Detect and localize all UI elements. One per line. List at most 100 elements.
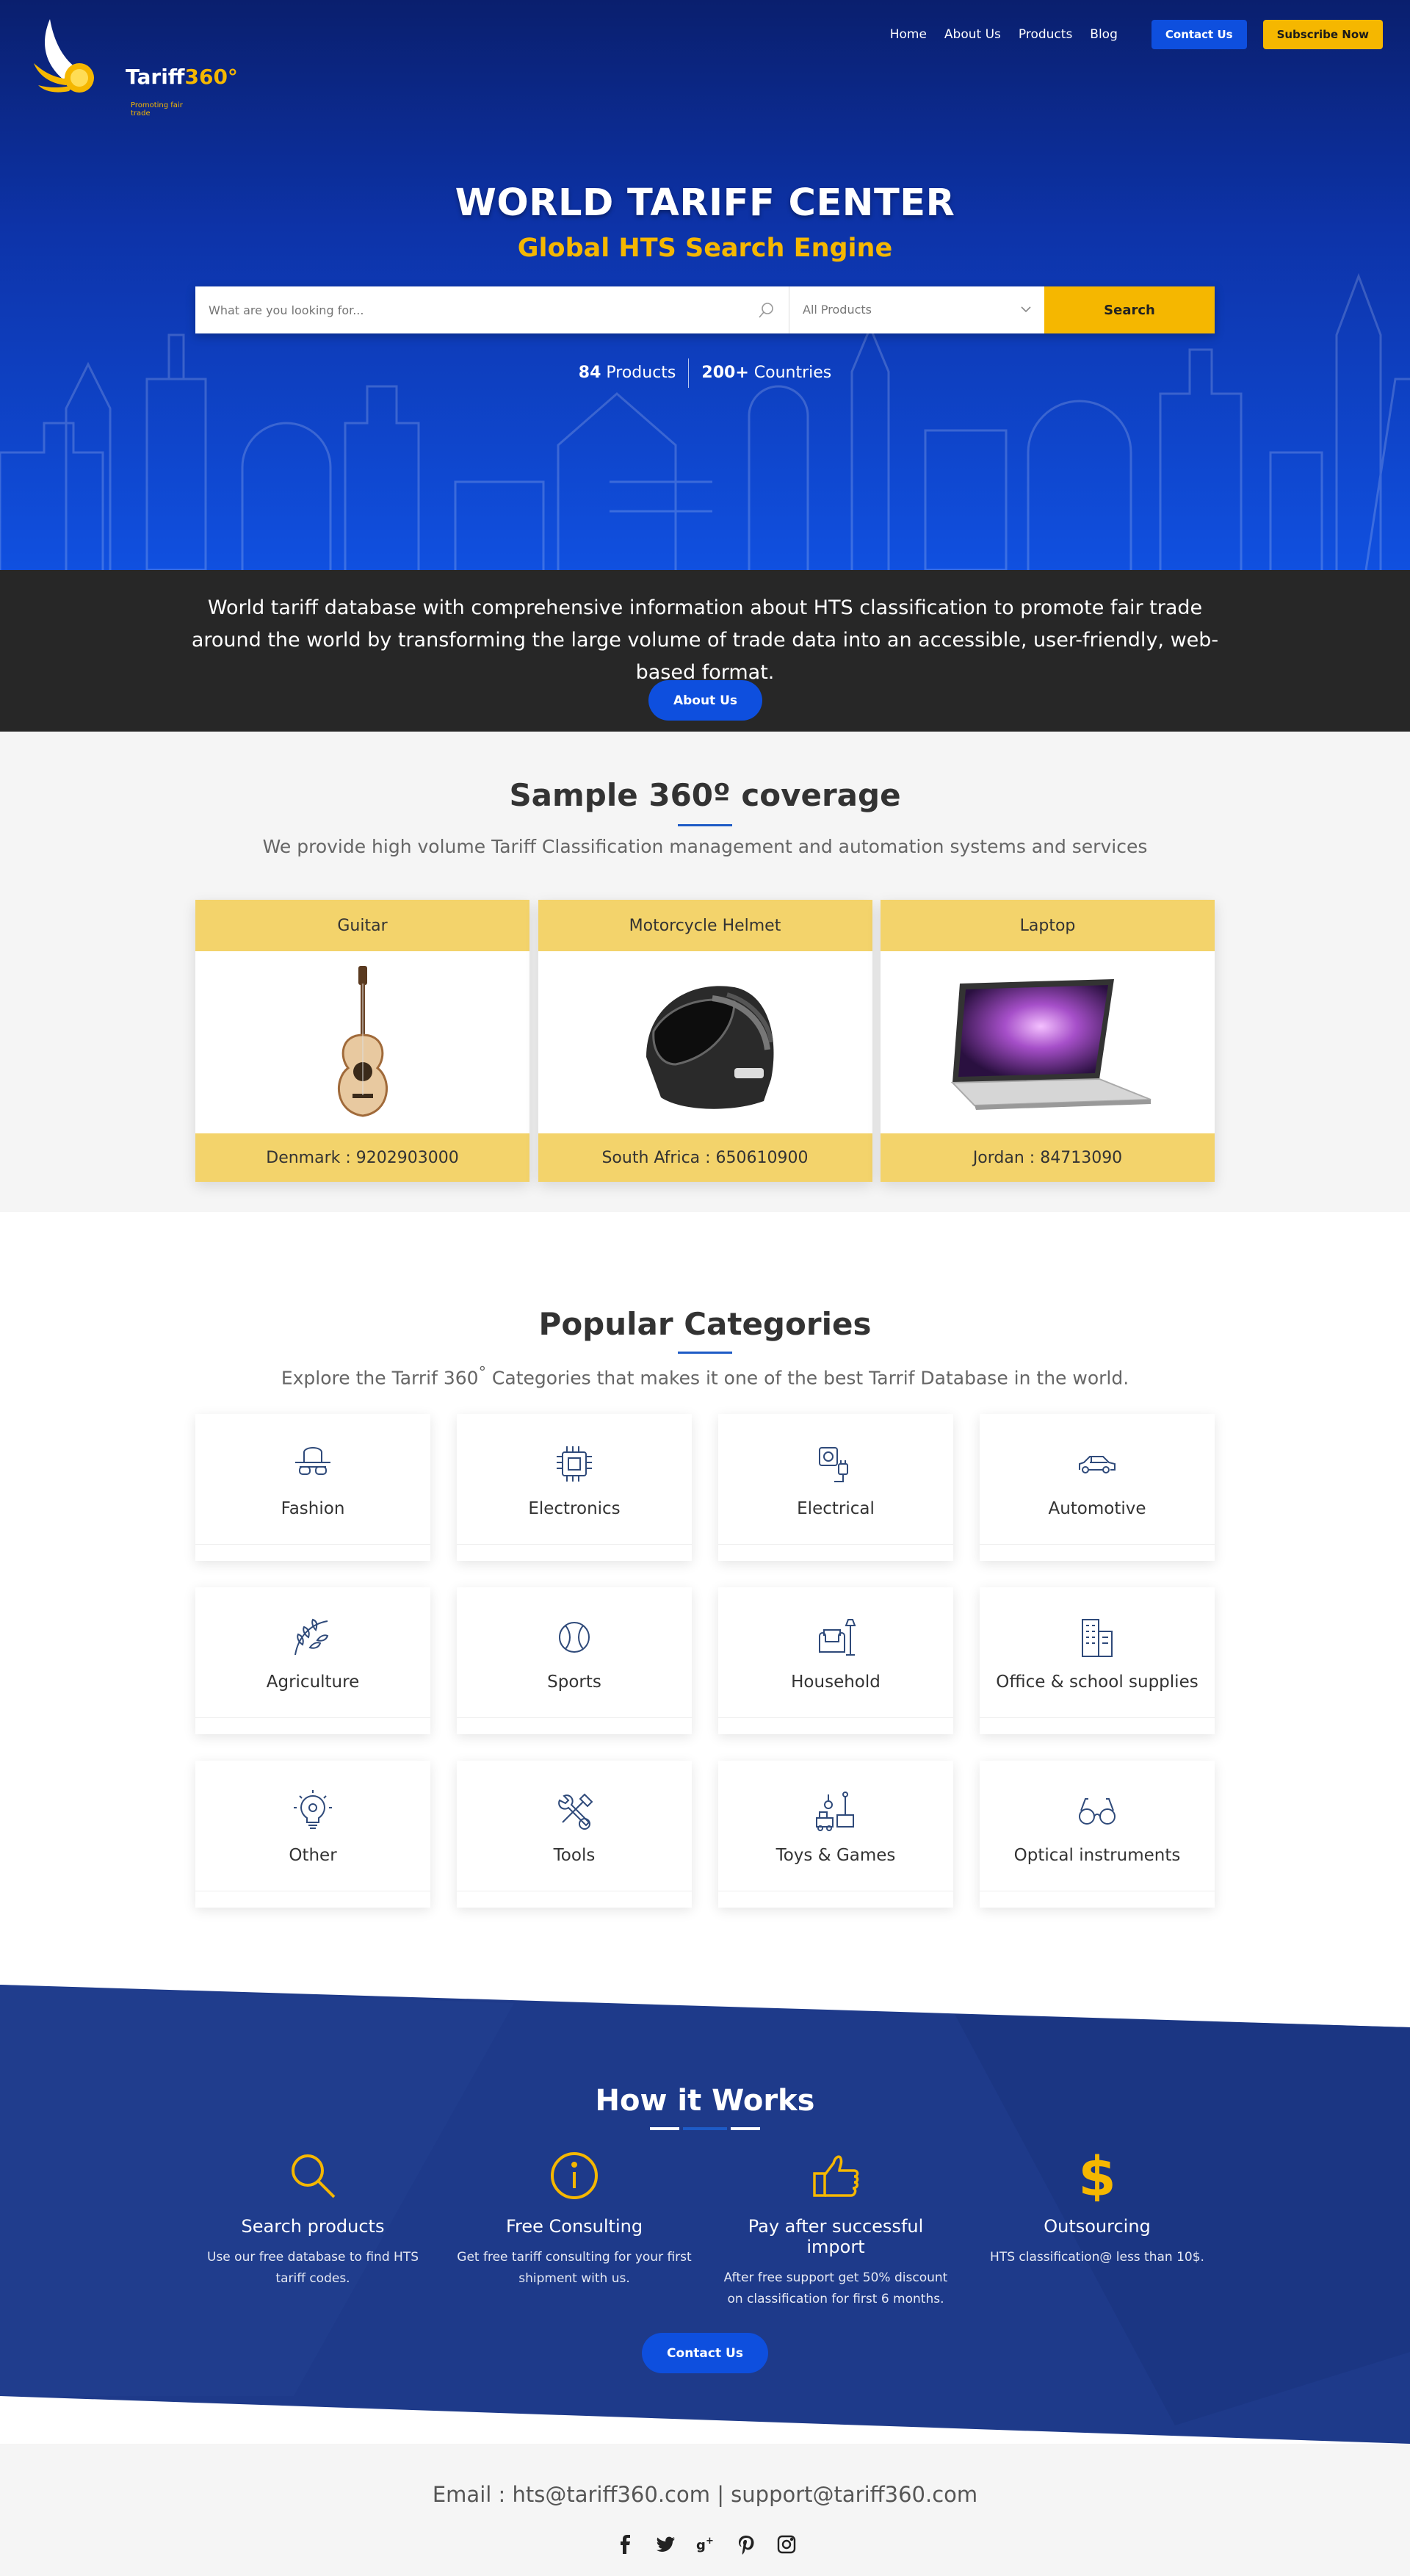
card-title: Guitar	[195, 900, 529, 951]
step-text: HTS classification@ less than 10$.	[990, 2250, 1204, 2265]
search-input[interactable]	[195, 286, 753, 333]
hero-section: Tariff360° Promoting fair trade Home Abo…	[0, 0, 1410, 570]
steps: Search products Use our free database to…	[195, 2150, 1215, 2310]
divider	[980, 1544, 1215, 1545]
hero-title: WORLD TARIFF CENTER	[455, 181, 955, 225]
step-search: Search products Use our free database to…	[195, 2150, 430, 2310]
search-field-wrapper	[195, 286, 789, 333]
search-button[interactable]: Search	[1044, 286, 1215, 333]
office-building-icon	[1082, 1619, 1113, 1657]
category-card-toys[interactable]: Toys & Games	[718, 1761, 953, 1908]
divider	[718, 1717, 953, 1718]
nav-blog[interactable]: Blog	[1090, 27, 1118, 42]
sample-subtitle: We provide high volume Tariff Classifica…	[262, 836, 1148, 857]
wheat-icon	[294, 1618, 329, 1656]
how-title: How it Works	[595, 2084, 815, 2118]
armchair-lamp-icon	[819, 1619, 856, 1656]
divider	[980, 1717, 1215, 1718]
category-label: Optical instruments	[1013, 1846, 1181, 1865]
info-icon	[551, 2152, 598, 2199]
step-title: Search products	[241, 2216, 385, 2237]
sample-card-guitar[interactable]: Guitar Denmark : 9202903000	[195, 900, 529, 1182]
step-text: Get free tariff consulting for your firs…	[457, 2250, 692, 2286]
twitter-icon[interactable]	[654, 2533, 676, 2555]
category-card-agriculture[interactable]: Agriculture	[195, 1587, 430, 1734]
logo-wings-icon	[34, 19, 94, 93]
card-code: Jordan : 84713090	[881, 1133, 1215, 1182]
category-card-fashion[interactable]: Fashion	[195, 1414, 430, 1561]
contact-us-button[interactable]: Contact Us	[642, 2333, 768, 2373]
about-us-button[interactable]: About Us	[648, 680, 762, 721]
sample-cards: Guitar Denmark : 9202903000 Motorcycle H…	[195, 900, 1215, 1182]
svg-text:g: g	[696, 2538, 706, 2553]
top-navigation: Home About Us Products Blog Contact Us S…	[890, 20, 1383, 49]
category-card-electrical[interactable]: Electrical	[718, 1414, 953, 1561]
category-card-electronics[interactable]: Electronics	[457, 1414, 692, 1561]
card-code: South Africa : 650610900	[538, 1133, 872, 1182]
facebook-icon[interactable]	[614, 2533, 636, 2555]
logo[interactable]: Tariff360° Promoting fair trade	[28, 18, 238, 118]
svg-text:+: +	[706, 2536, 714, 2547]
step-pay: Pay after successful import After free s…	[718, 2150, 953, 2310]
subscribe-now-button[interactable]: Subscribe Now	[1262, 20, 1383, 49]
category-card-tools[interactable]: Tools	[457, 1761, 692, 1908]
category-label: Automotive	[1048, 1499, 1146, 1518]
category-card-automotive[interactable]: Automotive	[980, 1414, 1215, 1561]
nav-about-us[interactable]: About Us	[944, 27, 1001, 42]
category-label: Household	[791, 1673, 881, 1692]
toys-icon	[816, 1792, 854, 1831]
category-label: Agriculture	[266, 1673, 360, 1692]
product-select-value: All Products	[803, 303, 872, 317]
stat-countries: 200+ Countries	[701, 364, 832, 382]
eyeglasses-icon	[1079, 1798, 1116, 1825]
sample-title: Sample 360º coverage	[509, 777, 901, 813]
footer: Email : hts@tariff360.com | support@tari…	[0, 2444, 1410, 2576]
popular-categories-section: Popular Categories Explore the Tarrif 36…	[0, 1212, 1410, 1985]
sample-card-helmet[interactable]: Motorcycle Helmet South Africa : 6506109…	[538, 900, 872, 1182]
search-icon[interactable]	[758, 301, 776, 319]
nav-home[interactable]: Home	[890, 27, 927, 42]
instagram-icon[interactable]	[776, 2533, 798, 2555]
dollar-icon: $	[1078, 2150, 1116, 2201]
category-card-office[interactable]: Office & school supplies	[980, 1587, 1215, 1734]
category-card-optical[interactable]: Optical instruments	[980, 1761, 1215, 1908]
card-code: Denmark : 9202903000	[195, 1133, 529, 1182]
wrench-hammer-icon	[558, 1793, 593, 1830]
googleplus-icon[interactable]: g +	[695, 2533, 717, 2555]
category-card-sports[interactable]: Sports	[457, 1587, 692, 1734]
category-label: Other	[289, 1846, 337, 1865]
category-card-household[interactable]: Household	[718, 1587, 953, 1734]
step-text: After free support get 50% discount on c…	[723, 2270, 948, 2306]
category-label: Tools	[553, 1846, 596, 1865]
category-label: Electronics	[528, 1499, 621, 1518]
svg-text:$: $	[1078, 2150, 1116, 2201]
title-underline	[650, 2127, 760, 2130]
step-title: Outsourcing	[1044, 2216, 1151, 2237]
card-title: Motorcycle Helmet	[538, 900, 872, 951]
lightbulb-icon	[294, 1790, 332, 1829]
intro-band: World tariff database with comprehensive…	[0, 570, 1410, 732]
category-label: Fashion	[281, 1499, 345, 1518]
contact-us-button[interactable]: Contact Us	[1151, 20, 1247, 49]
sample-coverage-section: Sample 360º coverage We provide high vol…	[0, 732, 1410, 1212]
sample-card-laptop[interactable]: Laptop Jordan : 84713090	[881, 900, 1215, 1182]
pinterest-icon[interactable]	[735, 2533, 757, 2555]
step-outsourcing: $ Outsourcing HTS classification@ less t…	[980, 2150, 1215, 2310]
baseball-icon	[559, 1622, 590, 1653]
thumbs-up-icon	[813, 2155, 859, 2197]
divider	[718, 1544, 953, 1545]
category-grid: Fashion Electronics Electrical Automotiv…	[195, 1414, 1215, 1908]
logo-tagline: Promoting fair trade	[131, 101, 183, 118]
nav-products[interactable]: Products	[1019, 27, 1072, 42]
stat-products: 84 Products	[578, 364, 676, 382]
divider	[195, 1544, 430, 1545]
divider	[457, 1717, 692, 1718]
category-card-other[interactable]: Other	[195, 1761, 430, 1908]
step-text: Use our free database to find HTS tariff…	[207, 2250, 419, 2286]
categories-subtitle: Explore the Tarrif 360° Categories that …	[281, 1363, 1129, 1389]
category-label: Electrical	[797, 1499, 875, 1518]
social-links: g +	[614, 2533, 798, 2555]
hero-subtitle: Global HTS Search Engine	[517, 234, 893, 263]
product-select[interactable]: All Products	[789, 286, 1044, 333]
step-consulting: Free Consulting Get free tariff consulti…	[457, 2150, 692, 2310]
